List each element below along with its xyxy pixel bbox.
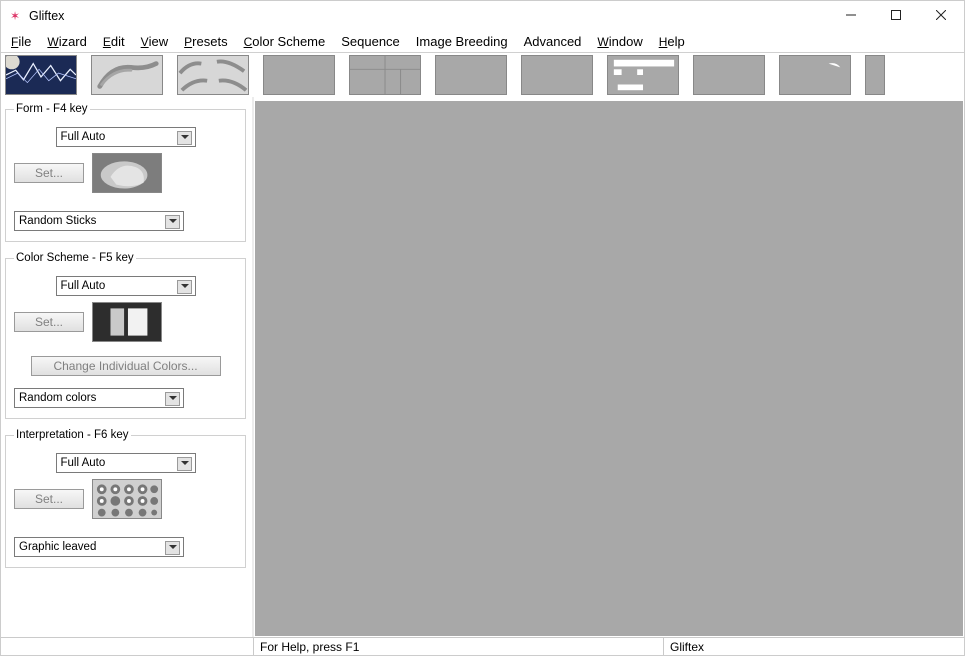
canvas-area[interactable] [255, 101, 963, 636]
form-set-label: Set... [35, 166, 63, 180]
menu-sequence[interactable]: Sequence [333, 32, 408, 51]
window-title: Gliftex [29, 9, 828, 23]
form-legend: Form - F4 key [14, 103, 90, 115]
color-mode-select[interactable]: Full Auto [56, 276, 196, 296]
form-preview [92, 153, 162, 193]
form-mode-value: Full Auto [61, 131, 106, 143]
status-app-text: Gliftex [670, 640, 704, 654]
color-preview [92, 302, 162, 342]
thumbnail-3[interactable] [177, 55, 249, 95]
thumbnail-8[interactable] [607, 55, 679, 95]
minimize-button[interactable] [828, 1, 873, 29]
menu-view[interactable]: View [133, 32, 177, 51]
left-panel: Form - F4 key Full Auto Set... Random St… [1, 97, 254, 637]
interp-preset-value: Graphic leaved [19, 541, 96, 553]
status-left-pane [1, 638, 254, 655]
thumbnail-9[interactable] [693, 55, 765, 95]
thumbnail-11[interactable] [865, 55, 885, 95]
form-preset-value: Random Sticks [19, 215, 96, 227]
change-colors-label: Change Individual Colors... [53, 359, 197, 373]
interp-set-button[interactable]: Set... [14, 489, 84, 509]
menu-bar: FileWizardEditViewPresetsColor SchemeSeq… [1, 31, 964, 53]
form-preset-select[interactable]: Random Sticks [14, 211, 184, 231]
menu-window[interactable]: Window [589, 32, 650, 51]
form-group: Form - F4 key Full Auto Set... Random St… [5, 103, 246, 242]
body-split: Form - F4 key Full Auto Set... Random St… [1, 97, 964, 637]
interp-set-label: Set... [35, 492, 63, 506]
change-colors-button[interactable]: Change Individual Colors... [31, 356, 221, 376]
status-help-text: For Help, press F1 [260, 640, 359, 654]
interp-mode-value: Full Auto [61, 457, 106, 469]
title-bar: ✶ Gliftex [1, 1, 964, 31]
color-set-label: Set... [35, 315, 63, 329]
menu-advanced[interactable]: Advanced [516, 32, 590, 51]
menu-help[interactable]: Help [651, 32, 693, 51]
form-set-button[interactable]: Set... [14, 163, 84, 183]
interp-mode-select[interactable]: Full Auto [56, 453, 196, 473]
color-legend: Color Scheme - F5 key [14, 252, 136, 264]
status-help-pane: For Help, press F1 [254, 638, 664, 655]
thumbnail-10[interactable] [779, 55, 851, 95]
interp-legend: Interpretation - F6 key [14, 429, 131, 441]
color-group: Color Scheme - F5 key Full Auto Set... C… [5, 252, 246, 419]
form-mode-select[interactable]: Full Auto [56, 127, 196, 147]
thumbnail-2[interactable] [91, 55, 163, 95]
window-controls [828, 1, 963, 31]
status-bar: For Help, press F1 Gliftex [1, 637, 964, 655]
thumbnail-1[interactable] [5, 55, 77, 95]
menu-file[interactable]: File [3, 32, 39, 51]
menu-image-breeding[interactable]: Image Breeding [408, 32, 516, 51]
color-set-button[interactable]: Set... [14, 312, 84, 332]
interp-group: Interpretation - F6 key Full Auto Set... [5, 429, 246, 568]
app-window: ✶ Gliftex FileWizardEditViewPresetsColor… [0, 0, 965, 656]
thumbnail-strip [1, 53, 964, 97]
color-preset-select[interactable]: Random colors [14, 388, 184, 408]
close-button[interactable] [918, 1, 963, 29]
menu-edit[interactable]: Edit [95, 32, 133, 51]
thumbnail-4[interactable] [263, 55, 335, 95]
thumbnail-5[interactable] [349, 55, 421, 95]
menu-color-scheme[interactable]: Color Scheme [236, 32, 334, 51]
interp-preset-select[interactable]: Graphic leaved [14, 537, 184, 557]
interp-preview [92, 479, 162, 519]
maximize-button[interactable] [873, 1, 918, 29]
status-app-pane: Gliftex [664, 638, 964, 655]
thumbnail-7[interactable] [521, 55, 593, 95]
menu-wizard[interactable]: Wizard [39, 32, 95, 51]
color-mode-value: Full Auto [61, 280, 106, 292]
thumbnail-6[interactable] [435, 55, 507, 95]
color-preset-value: Random colors [19, 392, 96, 404]
app-icon: ✶ [7, 8, 23, 24]
menu-presets[interactable]: Presets [176, 32, 235, 51]
